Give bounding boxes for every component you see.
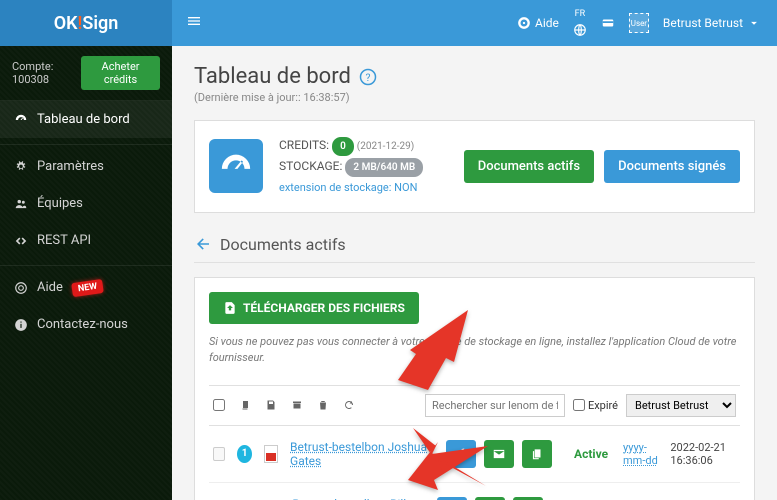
upload-hint: Si vous ne pouvez pas vous connecter à v… — [209, 334, 740, 367]
account-label: Compte: 100308 — [12, 60, 81, 86]
nav-settings[interactable]: Paramètres — [0, 144, 172, 185]
owner-select[interactable]: Betrust Betrust — [626, 394, 736, 417]
section-header: Documents actifs — [194, 235, 755, 263]
card-link[interactable] — [601, 16, 615, 30]
save-icon[interactable] — [265, 399, 277, 411]
question-icon[interactable]: ? — [359, 68, 377, 86]
status-label: Active — [574, 447, 611, 461]
delete-icon[interactable] — [317, 399, 329, 411]
edit-button[interactable] — [446, 440, 476, 468]
file-upload-icon — [223, 301, 237, 315]
menu-toggle[interactable] — [172, 13, 216, 33]
expire-label: Expiré — [588, 399, 618, 412]
lifebuoy-icon — [517, 16, 531, 30]
nav-label: Contactez-nous — [37, 317, 128, 332]
stats-card: CREDITS: 0 (2021-12-29) STOCKAGE: 2 MB/6… — [194, 120, 755, 213]
lifebuoy-icon — [14, 281, 28, 295]
credits-date: (2021-12-29) — [357, 141, 414, 152]
page-title-text: Tableau de bord — [194, 64, 351, 89]
nav-restapi[interactable]: REST API — [0, 222, 172, 259]
users-icon — [14, 197, 28, 211]
nav-label: Aide — [37, 280, 63, 295]
lang-code: FR — [575, 10, 586, 19]
nav-help[interactable]: Aide NEW — [0, 265, 172, 306]
arrow-left-icon[interactable] — [194, 235, 212, 253]
topbar: OK!Sign Aide FR User Betrust Betrust — [0, 0, 777, 46]
credits-label: CREDITS: — [279, 138, 329, 152]
refresh-icon[interactable] — [343, 399, 355, 411]
avatar-alt: User — [631, 19, 647, 28]
dashboard-icon — [14, 113, 28, 127]
nav-label: REST API — [37, 233, 91, 248]
timestamp: 2022-02-21 16:36:06 — [670, 441, 736, 467]
help-label: Aide — [535, 16, 559, 30]
logo-ok: OK — [54, 13, 78, 34]
help-link[interactable]: Aide — [517, 16, 559, 30]
caret-down-icon — [747, 16, 761, 30]
card-icon — [601, 16, 615, 30]
user-menu[interactable]: Betrust Betrust — [663, 16, 761, 30]
avatar: User — [629, 13, 649, 33]
signed-docs-button[interactable]: Documents signés — [604, 150, 740, 183]
logo[interactable]: OK!Sign — [0, 0, 172, 46]
table-row: 1 Betrust-bestelbon Bill Gates Active yy… — [209, 483, 740, 500]
mail-button[interactable] — [484, 440, 514, 468]
toolbar: Expiré Betrust Betrust — [209, 385, 740, 426]
main-content: Tableau de bord ? (Dernière mise à jour:… — [172, 46, 777, 500]
nav-label: Paramètres — [37, 159, 104, 174]
storage-value: 2 MB/640 MB — [345, 158, 423, 177]
select-all-checkbox[interactable] — [213, 399, 225, 411]
table-row: 1 Betrust-bestelbon Joshua Gates Active … — [209, 426, 740, 483]
page-title: Tableau de bord ? — [194, 64, 755, 89]
nav-label: Tableau de bord — [37, 112, 130, 127]
buy-credits-button[interactable]: Acheter crédits — [81, 56, 160, 90]
page-subtitle: (Dernière mise à jour:: 16:38:57) — [194, 91, 755, 104]
copy-button[interactable] — [522, 440, 552, 468]
gauge-icon — [209, 139, 263, 193]
storage-label: STOCKAGE: — [279, 159, 342, 173]
document-link[interactable]: Betrust-bestelbon Joshua Gates — [290, 440, 434, 468]
expire-filter[interactable]: Expiré — [573, 399, 618, 412]
nav-label: Équipes — [37, 196, 83, 211]
upload-button[interactable]: TÉLÉCHARGER DES FICHIERS — [209, 292, 419, 324]
date-link[interactable]: yyyy-mm-dd — [623, 441, 658, 467]
nav-contact[interactable]: Contactez-nous — [0, 306, 172, 343]
mail-icon — [492, 447, 506, 461]
logo-sign: Sign — [82, 13, 118, 34]
wrench-icon — [454, 447, 468, 461]
info-icon — [14, 318, 28, 332]
svg-text:?: ? — [365, 70, 370, 83]
archive-icon[interactable] — [291, 399, 303, 411]
credits-value: 0 — [332, 137, 354, 156]
copy-icon — [530, 447, 544, 461]
code-icon — [14, 234, 28, 248]
storage-extension-link[interactable]: extension de stockage: NON — [279, 181, 417, 194]
hamburger-icon — [186, 13, 202, 29]
username: Betrust Betrust — [663, 16, 743, 30]
gears-icon — [14, 160, 28, 174]
nav-dashboard[interactable]: Tableau de bord — [0, 101, 172, 138]
new-badge: NEW — [71, 278, 104, 296]
signer-count-badge: 1 — [237, 445, 252, 463]
sidebar: Compte: 100308 Acheter crédits Tableau d… — [0, 46, 172, 500]
row-checkbox[interactable] — [213, 447, 225, 461]
active-docs-button[interactable]: Documents actifs — [464, 150, 594, 183]
upload-label: TÉLÉCHARGER DES FICHIERS — [243, 301, 405, 315]
nav-teams[interactable]: Équipes — [0, 185, 172, 222]
pdf-icon — [264, 445, 278, 463]
globe-icon — [573, 23, 587, 37]
section-title: Documents actifs — [220, 235, 346, 254]
language-switch[interactable]: FR — [573, 10, 587, 37]
documents-panel: TÉLÉCHARGER DES FICHIERS Si vous ne pouv… — [194, 277, 755, 500]
search-input[interactable] — [425, 394, 565, 417]
copy-icon[interactable] — [239, 399, 251, 411]
